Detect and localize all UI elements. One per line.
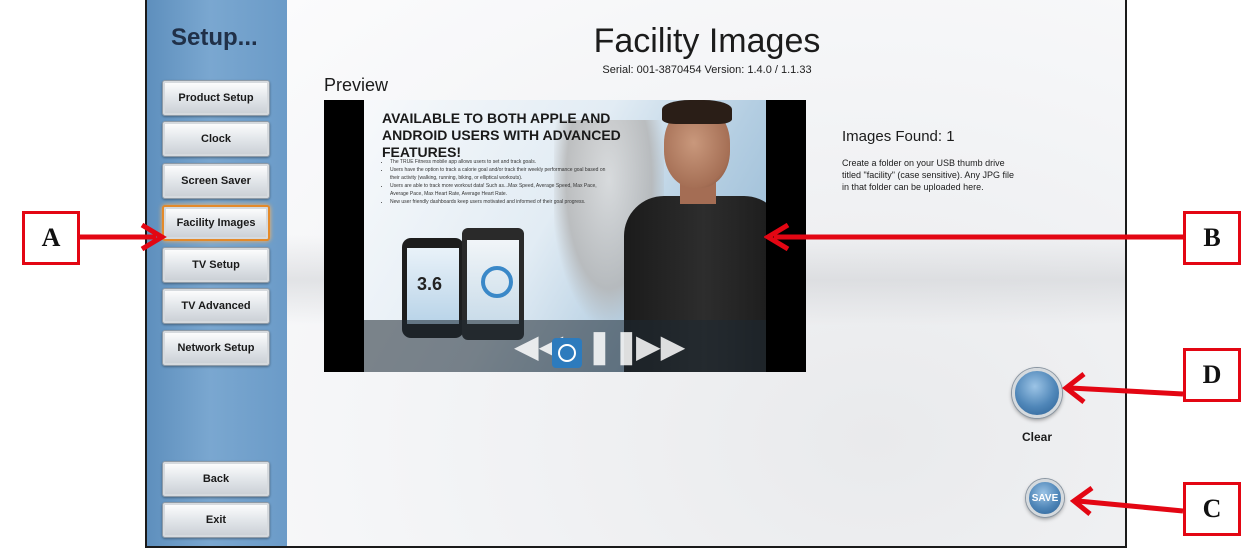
tv-advanced-button[interactable]: TV Advanced xyxy=(162,288,270,324)
callout-d: D xyxy=(1183,348,1241,402)
images-found-count: Images Found: 1 xyxy=(842,128,955,145)
save-button[interactable]: SAVE xyxy=(1026,479,1064,517)
pause-icon[interactable]: ❚❚ xyxy=(586,330,640,362)
upload-instructions: Create a folder on your USB thumb drive … xyxy=(842,158,1014,192)
facility-images-button[interactable]: Facility Images xyxy=(162,205,270,241)
promo-bullet: Users have the option to track a calorie… xyxy=(390,166,610,182)
arrow-c xyxy=(1070,486,1184,516)
phone-distance: 3.6 xyxy=(417,274,443,294)
main-panel: Facility Images Serial: 001-3870454 Vers… xyxy=(287,0,1125,546)
forward-icon[interactable]: ▶▶ xyxy=(636,330,685,362)
promo-image: AVAILABLE TO BOTH APPLE AND ANDROID USER… xyxy=(364,100,766,372)
exit-button[interactable]: Exit xyxy=(162,502,270,538)
callout-a: A xyxy=(22,211,80,265)
callout-b: B xyxy=(1183,211,1241,265)
callout-c: C xyxy=(1183,482,1241,536)
clock-button[interactable]: Clock xyxy=(162,121,270,157)
app-screen: Setup... Product Setup Clock Screen Save… xyxy=(145,0,1127,548)
clear-button[interactable] xyxy=(1012,368,1062,418)
promo-bullet: Users are able to track more workout dat… xyxy=(390,182,610,198)
sidebar-title: Setup... xyxy=(171,24,258,51)
preview-label: Preview xyxy=(324,75,389,95)
promo-bullets: The TRUE Fitness mobile app allows users… xyxy=(382,158,610,206)
serial-version: Serial: 001-3870454 Version: 1.4.0 / 1.1… xyxy=(602,64,812,76)
arrow-b xyxy=(764,222,1183,252)
tv-setup-button[interactable]: TV Setup xyxy=(162,247,270,283)
promo-headline: AVAILABLE TO BOTH APPLE AND ANDROID USER… xyxy=(382,110,621,160)
page-title: Facility Images xyxy=(593,22,821,60)
preview-image: AVAILABLE TO BOTH APPLE AND ANDROID USER… xyxy=(324,100,806,372)
network-setup-button[interactable]: Network Setup xyxy=(162,330,270,366)
heart-rate-icon xyxy=(552,338,582,368)
promo-bullet: The TRUE Fitness mobile app allows users… xyxy=(390,158,610,166)
promo-bullet: New user friendly dashboards keep users … xyxy=(390,198,610,206)
screen-saver-button[interactable]: Screen Saver xyxy=(162,163,270,199)
arrow-d xyxy=(1062,372,1184,404)
product-setup-button[interactable]: Product Setup xyxy=(162,80,270,116)
progress-ring xyxy=(481,266,513,298)
back-button[interactable]: Back xyxy=(162,461,270,497)
arrow-a xyxy=(80,222,167,252)
sidebar: Setup... Product Setup Clock Screen Save… xyxy=(147,0,287,546)
clear-label: Clear xyxy=(1021,430,1053,444)
